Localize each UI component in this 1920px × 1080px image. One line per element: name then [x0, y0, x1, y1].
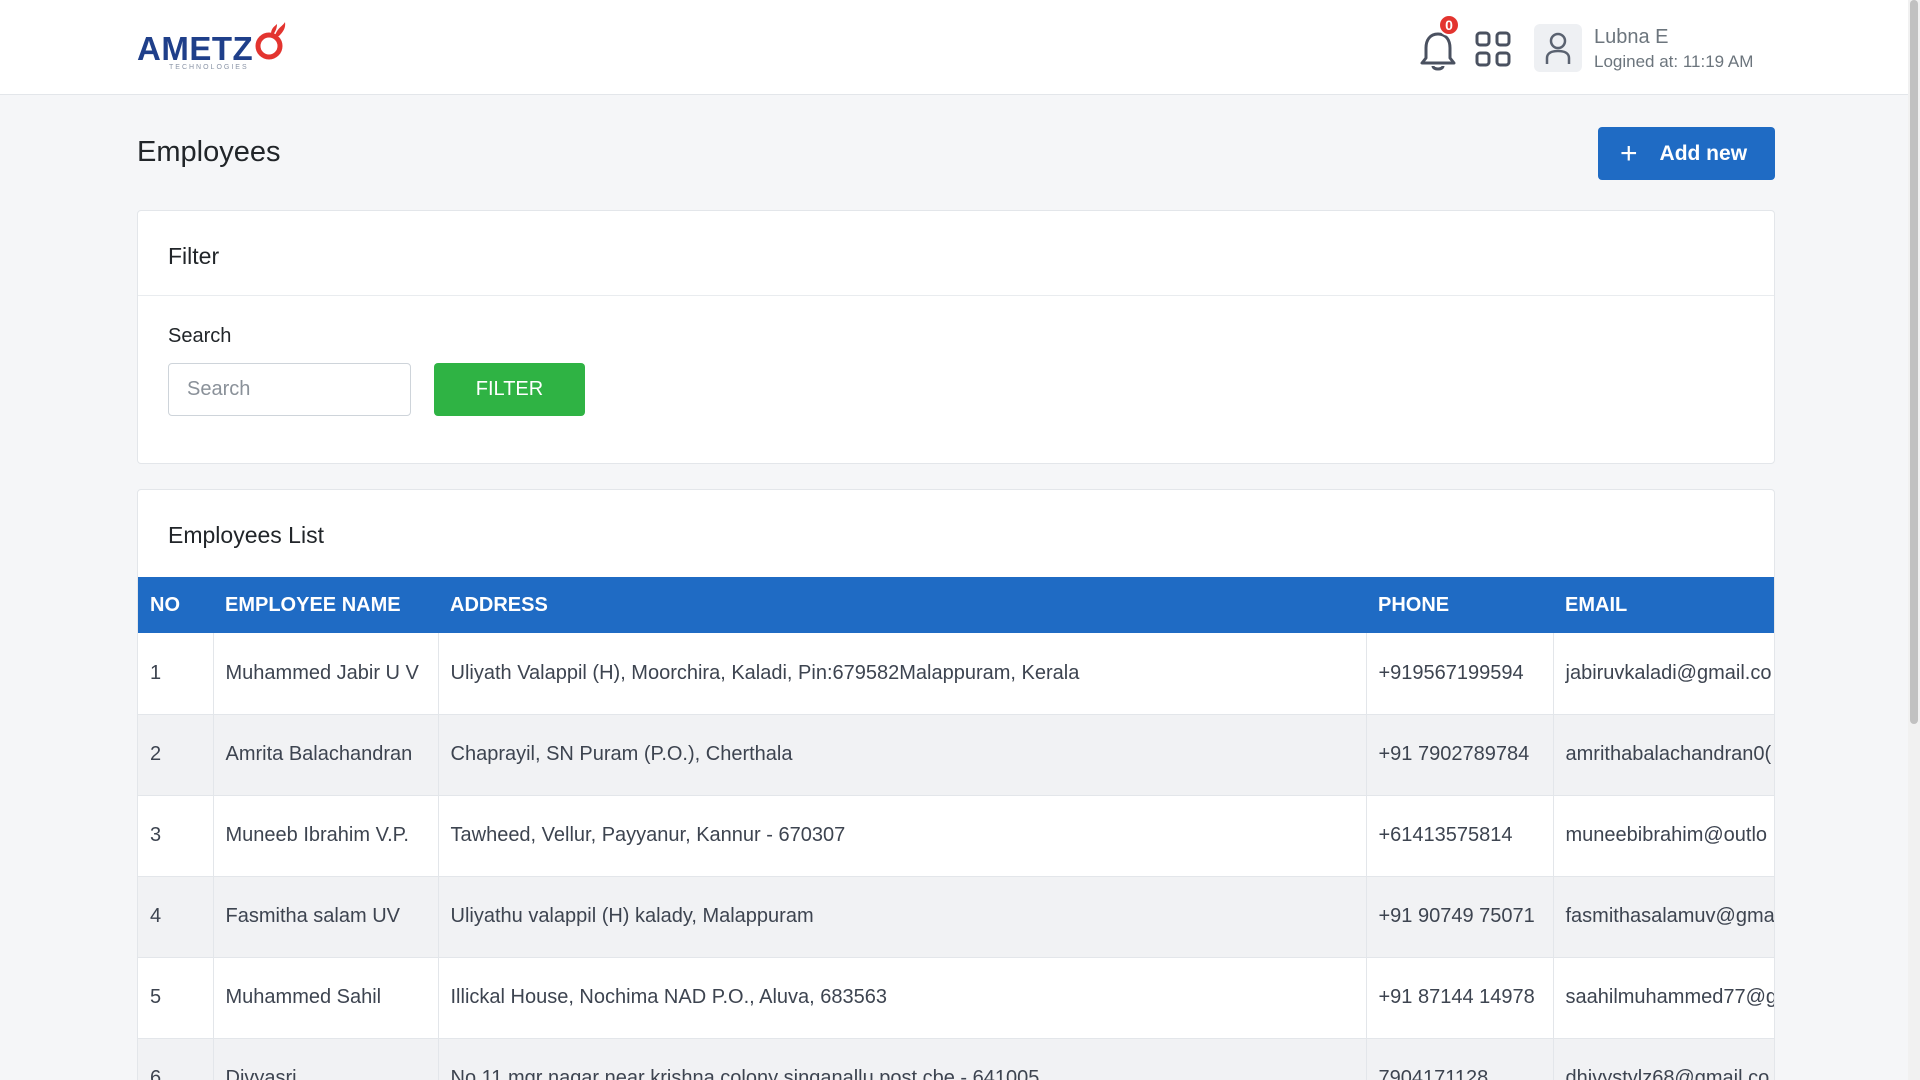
cell-phone: +61413575814 [1366, 795, 1554, 877]
employees-list-card: Employees List NO EMPLOYEE NAME ADDRESS … [137, 489, 1775, 1080]
table-row[interactable]: 2 Amrita Balachandran Chaprayil, SN Pura… [138, 714, 1774, 796]
cell-address: Tawheed, Vellur, Payyanur, Kannur - 6703… [438, 795, 1367, 877]
avatar[interactable] [1534, 24, 1582, 72]
cell-phone: +919567199594 [1366, 633, 1554, 715]
notification-badge: 0 [1438, 14, 1460, 36]
add-new-button[interactable]: + Add new [1598, 127, 1775, 180]
cell-name: Amrita Balachandran [213, 714, 439, 796]
employees-table: NO EMPLOYEE NAME ADDRESS PHONE EMAIL 1 M… [138, 577, 1774, 1080]
cell-address: No 11 mgr nagar near krishna colony sing… [438, 1038, 1367, 1080]
cell-name: Muhammed Jabir U V [213, 633, 439, 715]
logo-text: AMETZ [137, 30, 254, 67]
cell-name: Muhammed Sahil [213, 957, 439, 1039]
cell-no: 2 [138, 714, 214, 796]
table-row[interactable]: 6 Divyasri No 11 mgr nagar near krishna … [138, 1038, 1774, 1080]
cell-address: Uliyathu valappil (H) kalady, Malappuram [438, 876, 1367, 958]
apps-grid-icon[interactable] [1475, 31, 1511, 67]
cell-phone: 7904171128 [1366, 1038, 1554, 1080]
table-row[interactable]: 3 Muneeb Ibrahim V.P. Tawheed, Vellur, P… [138, 795, 1774, 877]
cell-email: dhivystylz68@gmail.co [1553, 1038, 1774, 1080]
logo-subtext: TECHNOLOGIES [169, 64, 249, 71]
scrollbar-thumb[interactable] [1910, 0, 1918, 724]
cell-no: 6 [138, 1038, 214, 1080]
column-header-email[interactable]: EMAIL [1553, 577, 1774, 633]
cell-phone: +91 90749 75071 [1366, 876, 1554, 958]
table-row[interactable]: 1 Muhammed Jabir U V Uliyath Valappil (H… [138, 633, 1774, 715]
cell-email: muneebibrahim@outlo [1553, 795, 1774, 877]
cell-address: Uliyath Valappil (H), Moorchira, Kaladi,… [438, 633, 1367, 715]
company-logo[interactable]: AMETZ TECHNOLOGIES [137, 22, 292, 72]
cell-no: 3 [138, 795, 214, 877]
cell-phone: +91 87144 14978 [1366, 957, 1554, 1039]
column-header-no[interactable]: NO [138, 577, 213, 633]
filter-title: Filter [168, 243, 220, 269]
logo-flame-icon [255, 22, 286, 60]
cell-email: saahilmuhammed77@g [1553, 957, 1774, 1039]
card-divider [138, 295, 1774, 296]
cell-email: fasmithasalamuv@gma [1553, 876, 1774, 958]
cell-phone: +91 7902789784 [1366, 714, 1554, 796]
cell-no: 5 [138, 957, 214, 1039]
table-row[interactable]: 4 Fasmitha salam UV Uliyathu valappil (H… [138, 876, 1774, 958]
column-header-phone[interactable]: PHONE [1366, 577, 1553, 633]
cell-address: Illickal House, Nochima NAD P.O., Aluva,… [438, 957, 1367, 1039]
plus-icon: + [1620, 136, 1638, 170]
top-header: AMETZ TECHNOLOGIES 0 Lubna E Logined at:… [0, 0, 1908, 95]
add-new-label: Add new [1659, 141, 1748, 165]
cell-name: Divyasri [213, 1038, 439, 1080]
cell-email: amrithabalachandran0( [1553, 714, 1774, 796]
cell-address: Chaprayil, SN Puram (P.O.), Cherthala [438, 714, 1367, 796]
user-icon [1545, 32, 1571, 64]
cell-no: 4 [138, 876, 214, 958]
column-header-address[interactable]: ADDRESS [438, 577, 1366, 633]
user-name: Lubna E [1594, 26, 1669, 48]
filter-card: Filter Search FILTER [137, 210, 1775, 464]
table-row[interactable]: 5 Muhammed Sahil Illickal House, Nochima… [138, 957, 1774, 1039]
cell-name: Fasmitha salam UV [213, 876, 439, 958]
cell-no: 1 [138, 633, 214, 715]
search-label: Search [168, 325, 232, 347]
search-input[interactable] [168, 363, 411, 416]
list-title: Employees List [168, 522, 324, 548]
page-title: Employees [137, 136, 281, 168]
login-time: Logined at: 11:19 AM [1594, 52, 1754, 71]
table-header-row: NO EMPLOYEE NAME ADDRESS PHONE EMAIL [138, 577, 1774, 633]
filter-button[interactable]: FILTER [434, 363, 585, 416]
column-header-name[interactable]: EMPLOYEE NAME [213, 577, 438, 633]
cell-name: Muneeb Ibrahim V.P. [213, 795, 439, 877]
cell-email: jabiruvkaladi@gmail.co [1553, 633, 1774, 715]
